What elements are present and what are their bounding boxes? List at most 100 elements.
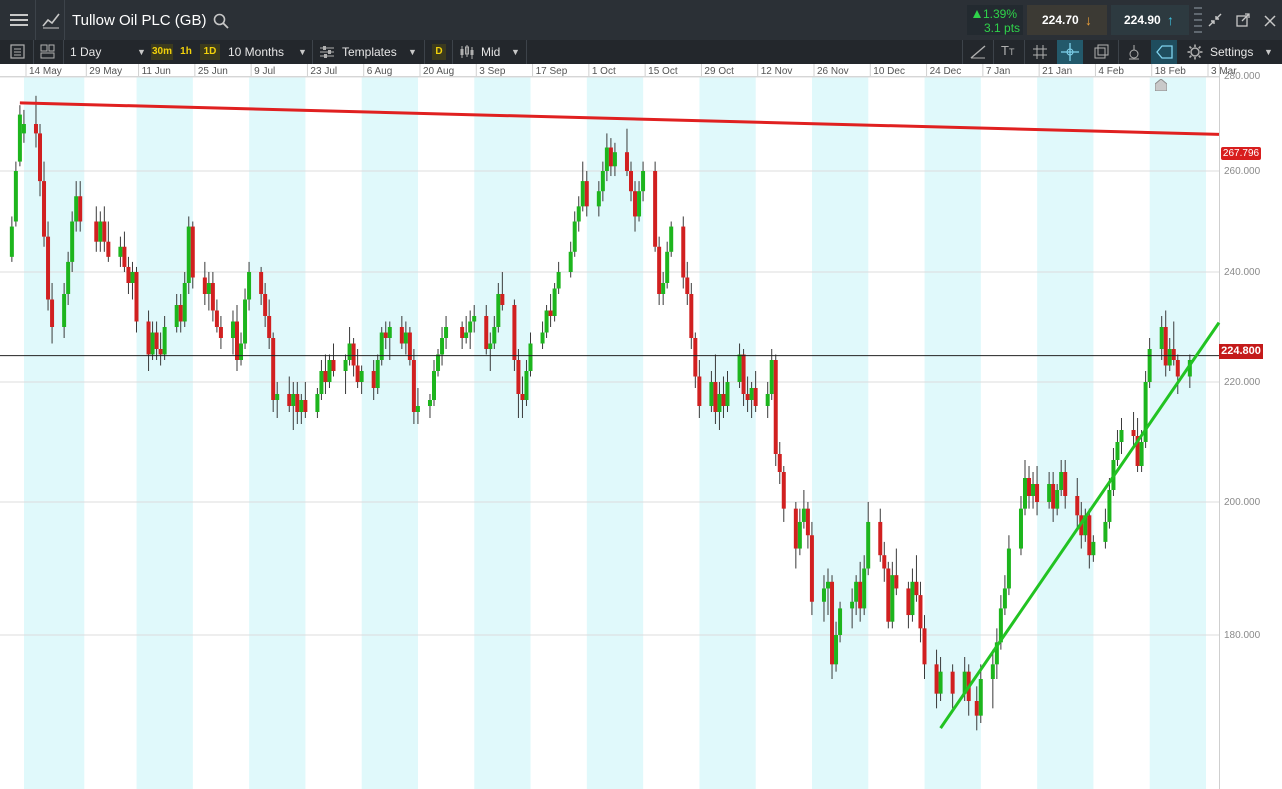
range-chevron-down-icon[interactable]: ▼ [298, 47, 307, 57]
candle-body [122, 246, 127, 267]
candle-body [600, 171, 605, 192]
candle-body [9, 226, 14, 257]
candle-body [1107, 490, 1112, 522]
candle-body [608, 147, 613, 167]
price-type-chevron-down-icon[interactable]: ▼ [511, 47, 520, 57]
candle-body [496, 294, 501, 327]
candle [126, 256, 131, 294]
candle-body [1059, 472, 1064, 490]
trendline-tool-icon[interactable] [969, 44, 987, 60]
x-tick-label: 4 Feb [1098, 66, 1124, 77]
x-tick-label: 10 Dec [873, 66, 905, 77]
candle-body [1131, 430, 1136, 436]
text-tool-icon[interactable]: TT [1001, 43, 1019, 61]
week-band-left [0, 64, 24, 789]
candle-body [520, 394, 525, 400]
candle-body [1027, 478, 1032, 496]
chart-type-icon[interactable] [42, 11, 60, 29]
candle [669, 221, 674, 257]
interval-select[interactable]: 1 Day [70, 45, 101, 59]
duplicate-icon[interactable] [1094, 44, 1110, 60]
settings-chevron-down-icon[interactable]: ▼ [1264, 47, 1273, 57]
candle [653, 161, 658, 252]
quick-30m-button[interactable]: 30m [151, 44, 173, 60]
candle-body [781, 472, 786, 509]
candle-body [596, 191, 601, 207]
candle [693, 332, 698, 388]
templates-icon[interactable] [319, 45, 335, 59]
depth-handle[interactable] [1193, 5, 1203, 35]
candle-body [1163, 327, 1168, 366]
candle [990, 649, 995, 709]
crosshair-button[interactable] [1057, 40, 1083, 64]
y-tick-label: 180.000 [1224, 630, 1261, 641]
candle-body [749, 388, 754, 400]
indicator-icon[interactable] [1126, 44, 1142, 60]
candle-body [1031, 484, 1036, 496]
candle [1002, 575, 1007, 616]
candle-body [206, 283, 211, 294]
week-band [136, 64, 193, 789]
candle-body [247, 272, 252, 300]
candle-body [74, 196, 79, 222]
candle-body [106, 241, 111, 257]
menu-icon[interactable] [10, 12, 28, 28]
candle-body [243, 299, 248, 344]
templates-chevron-down-icon[interactable]: ▼ [408, 47, 417, 57]
candle [910, 568, 915, 622]
buy-price-button[interactable]: 224.90 ↑ [1111, 5, 1189, 35]
search-icon[interactable] [213, 13, 229, 29]
close-icon[interactable] [1264, 14, 1276, 27]
candle-body [13, 171, 18, 222]
sell-price-button[interactable]: 224.70 ↓ [1027, 5, 1107, 35]
range-select[interactable]: 10 Months [228, 45, 284, 59]
candle [685, 261, 690, 305]
week-band [361, 64, 418, 789]
candle-body [259, 272, 264, 294]
candle-body [821, 588, 826, 602]
candle-body [612, 152, 617, 167]
candle [440, 327, 445, 366]
candle [218, 316, 223, 349]
collapse-icon[interactable] [1208, 13, 1222, 27]
candle-body [580, 181, 585, 207]
scroll-to-latest-icon[interactable] [1154, 78, 1168, 92]
settings-button[interactable]: Settings [1210, 45, 1253, 59]
candle-body [830, 581, 835, 665]
d-badge[interactable]: D [432, 44, 446, 60]
price-chart[interactable]: 14 May 29 May 11 Jun 25 Jun 9 Jul 23 Jul 6 Aug… [0, 64, 1282, 789]
candle-body [415, 406, 420, 412]
candle-body [516, 360, 521, 394]
list-icon[interactable] [10, 44, 26, 60]
quick-1h-button[interactable]: 1h [177, 44, 195, 60]
candle-body [1075, 496, 1080, 516]
candle [230, 310, 235, 355]
x-tick-label: 9 Jul [254, 66, 275, 77]
x-tick-label: 12 Nov [761, 66, 793, 77]
candle-body [1115, 442, 1120, 460]
candles-icon[interactable] [459, 44, 475, 60]
candle-body [576, 206, 581, 222]
instrument-title[interactable]: Tullow Oil PLC (GB) [72, 12, 206, 29]
candle-body [343, 360, 348, 371]
candle-body [653, 171, 658, 247]
candle-body [624, 152, 629, 171]
y-tick-label: 220.000 [1224, 377, 1261, 388]
templates-button[interactable]: Templates [342, 45, 397, 59]
week-band [24, 64, 85, 789]
layout-icon[interactable] [40, 44, 56, 60]
x-tick-label: 23 Jul [310, 66, 337, 77]
popout-icon[interactable] [1236, 13, 1250, 27]
candle-body [488, 343, 493, 349]
x-tick-label: 21 Jan [1042, 66, 1072, 77]
x-tick-label: 29 Oct [704, 66, 734, 77]
candle [805, 502, 810, 549]
interval-chevron-down-icon[interactable]: ▼ [137, 47, 146, 57]
gear-icon[interactable] [1187, 44, 1203, 60]
grid-icon[interactable] [1032, 44, 1048, 60]
price-tag-button[interactable] [1151, 40, 1177, 64]
price-type-select[interactable]: Mid [481, 45, 500, 59]
header-bar: Tullow Oil PLC (GB) 1.39% 3.1 pts 224.70… [0, 0, 1282, 41]
quick-1d-button[interactable]: 1D [200, 44, 220, 60]
candle-body [291, 394, 296, 406]
